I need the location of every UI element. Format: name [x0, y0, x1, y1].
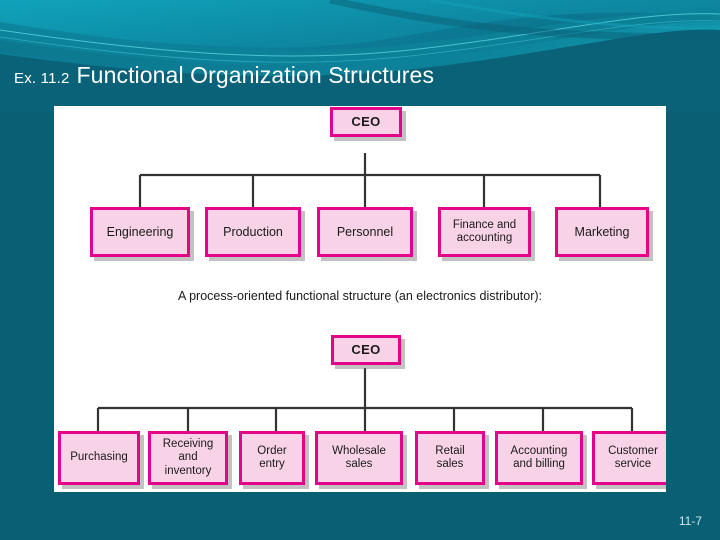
page-number: 11-7 [678, 514, 702, 528]
node-production[interactable]: Production [205, 207, 301, 257]
node-ceo-bottom[interactable]: CEO [331, 335, 401, 365]
wave-graphic [0, 0, 720, 112]
node-purchasing[interactable]: Purchasing [58, 431, 140, 485]
node-engineering[interactable]: Engineering [90, 207, 190, 257]
title-text: Functional Organization Structures [76, 62, 435, 88]
node-retail-sales[interactable]: Retail sales [415, 431, 485, 485]
node-finance-and-accounting[interactable]: Finance and accounting [438, 207, 531, 257]
title-exhibit-number: Ex. 11.2 [14, 70, 70, 87]
node-ceo-top[interactable]: CEO [330, 107, 402, 137]
node-order-entry[interactable]: Order entry [239, 431, 305, 485]
node-customer-service[interactable]: Customer service [592, 431, 666, 485]
org-chart-figure: CEO Engineering Production Personnel Fin… [54, 106, 666, 492]
node-receiving-and-inventory[interactable]: Receiving and inventory [148, 431, 228, 485]
node-personnel[interactable]: Personnel [317, 207, 413, 257]
figure-caption: A process-oriented functional structure … [177, 289, 543, 303]
node-marketing[interactable]: Marketing [555, 207, 649, 257]
node-accounting-and-billing[interactable]: Accounting and billing [495, 431, 583, 485]
header-decoration-band [0, 0, 720, 112]
page-title: Ex. 11.2 Functional Organization Structu… [14, 62, 434, 89]
node-wholesale-sales[interactable]: Wholesale sales [315, 431, 403, 485]
slide: Ex. 11.2 Functional Organization Structu… [0, 0, 720, 540]
